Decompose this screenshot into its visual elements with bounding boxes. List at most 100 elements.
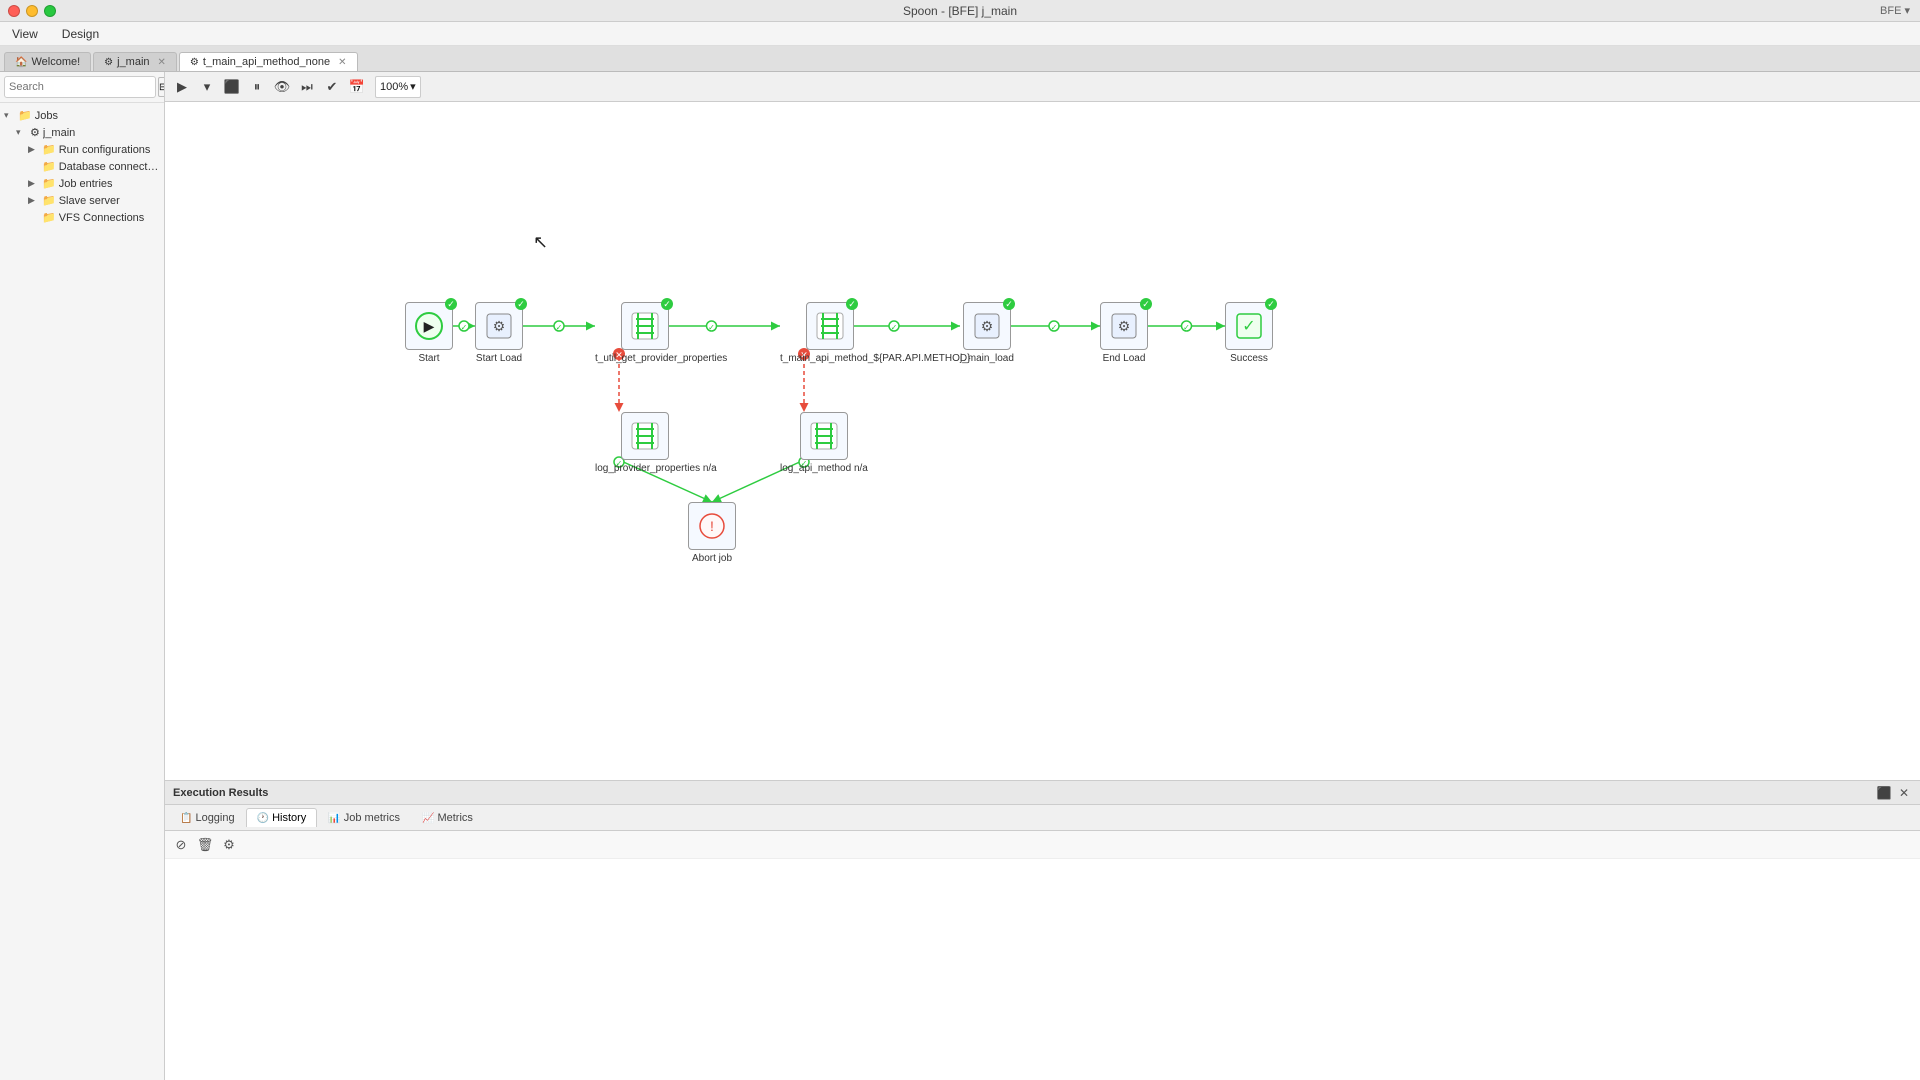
- node-box: ⚙✓: [475, 302, 523, 350]
- tab-label: t_main_api_method_none: [203, 56, 330, 68]
- svg-text:✓: ✓: [891, 323, 898, 332]
- close-button[interactable]: [8, 5, 20, 17]
- node-t_main_api[interactable]: ✓ t_main_api_method_${PAR.API.METHOD}: [780, 302, 880, 364]
- menu-design[interactable]: Design: [58, 25, 103, 43]
- node-abort[interactable]: !Abort job: [688, 502, 736, 564]
- node-log_api[interactable]: log_api_method n/a: [780, 412, 868, 474]
- exec-tab-label: Logging: [195, 812, 234, 824]
- node-label: log_api_method n/a: [780, 463, 868, 474]
- stop-button[interactable]: ⬛: [221, 76, 243, 98]
- node-label: End Load: [1103, 353, 1146, 364]
- svg-text:✓: ✓: [708, 323, 715, 332]
- exec-tab-metrics[interactable]: 📈Metrics: [411, 808, 484, 827]
- exec-tab-history[interactable]: 🕐History: [246, 808, 318, 827]
- node-label: Start Load: [476, 353, 522, 364]
- titlebar: Spoon - [BFE] j_main BFE ▾: [0, 0, 1920, 22]
- tree-node-icon: 📁: [42, 160, 56, 173]
- node-badge-green: ✓: [515, 298, 527, 310]
- tree-node-icon: 📁: [42, 177, 56, 190]
- tree-node-icon: 📁: [42, 194, 56, 207]
- tab-icon: ⚙: [190, 57, 199, 68]
- tab-label: Welcome!: [31, 56, 80, 68]
- sidebar-collapse-button[interactable]: ⊟: [158, 77, 165, 97]
- bfe-label[interactable]: BFE ▾: [1880, 4, 1910, 17]
- pause-button[interactable]: ⏸: [246, 76, 268, 98]
- execution-results-header: Execution Results ⬛ ✕: [165, 781, 1920, 805]
- tree-node-label: VFS Connections: [59, 212, 160, 224]
- tab-close[interactable]: ✕: [338, 57, 346, 68]
- exec-tab-logging[interactable]: 📋Logging: [169, 808, 246, 827]
- exec-tab-icon: 📈: [422, 813, 434, 824]
- node-j_main_load[interactable]: ⚙✓j_main_load: [960, 302, 1014, 364]
- step-button[interactable]: ⏭: [296, 76, 318, 98]
- tree-expander: ▶: [28, 195, 42, 206]
- search-input[interactable]: [4, 76, 156, 98]
- expand-panel-button[interactable]: ⬛: [1876, 785, 1892, 801]
- node-start_load[interactable]: ⚙✓ Start Load: [475, 302, 523, 364]
- maximize-button[interactable]: [44, 5, 56, 17]
- node-badge-green: ✓: [1003, 298, 1015, 310]
- sidebar-tree: ▾📁Jobs▾⚙j_main▶📁Run configurations📁Datab…: [0, 103, 164, 1080]
- canvas[interactable]: ✓✓✓✓✓✓✕✕✓✓ ▶✓Start⚙✓Start Load✓t_util_ge…: [165, 102, 1920, 780]
- svg-text:⚙: ⚙: [493, 318, 506, 334]
- menubar: View Design: [0, 22, 1920, 46]
- schedule-button[interactable]: 📅: [346, 76, 368, 98]
- node-box: ✓: [806, 302, 854, 350]
- tab-welcome[interactable]: 🏠 Welcome!: [4, 52, 91, 71]
- exec-tab-icon: 📊: [328, 813, 340, 824]
- window-controls: [8, 5, 56, 17]
- tab-icon: 🏠: [15, 57, 27, 68]
- tree-node-slave-server[interactable]: ▶📁Slave server: [0, 192, 164, 209]
- run-button[interactable]: ▶: [171, 76, 193, 98]
- exec-tab-icon: 🕐: [257, 813, 269, 824]
- node-badge-green: ✓: [661, 298, 673, 310]
- check-button[interactable]: ✔: [321, 76, 343, 98]
- node-badge-green: ✓: [1140, 298, 1152, 310]
- tree-node-label: Job entries: [59, 178, 160, 190]
- tree-node-run-configurations[interactable]: ▶📁Run configurations: [0, 141, 164, 158]
- tree-node-job-entries[interactable]: ▶📁Job entries: [0, 175, 164, 192]
- execution-results-title: Execution Results: [173, 787, 268, 799]
- exec-settings-button[interactable]: ⚙: [219, 835, 239, 855]
- close-panel-button[interactable]: ✕: [1896, 785, 1912, 801]
- tree-node-label: j_main: [43, 127, 160, 139]
- tree-node-database-connectio...[interactable]: 📁Database connectio...: [0, 158, 164, 175]
- node-box: ⚙✓: [963, 302, 1011, 350]
- node-badge-green: ✓: [1265, 298, 1277, 310]
- menu-view[interactable]: View: [8, 25, 42, 43]
- tab-j_main[interactable]: ⚙j_main✕: [93, 52, 177, 71]
- svg-text:⚙: ⚙: [1118, 318, 1131, 334]
- minimize-button[interactable]: [26, 5, 38, 17]
- tree-node-j_main[interactable]: ▾⚙j_main: [0, 124, 164, 141]
- tree-node-icon: 📁: [42, 143, 56, 156]
- tree-node-label: Slave server: [59, 195, 160, 207]
- sidebar-toolbar: ⊟ ⊞: [0, 72, 164, 103]
- node-t_util[interactable]: ✓t_util_get_provider_properties: [595, 302, 695, 364]
- preview-button[interactable]: 👁: [271, 76, 293, 98]
- tab-icon: ⚙: [104, 57, 113, 68]
- tab-close[interactable]: ✕: [158, 57, 166, 68]
- content-area: ⊟ ⊞ ▾📁Jobs▾⚙j_main▶📁Run configurations📁D…: [0, 72, 1920, 1080]
- tree-expander: ▶: [28, 178, 42, 189]
- node-log_provider[interactable]: log_provider_properties n/a: [595, 412, 695, 474]
- zoom-control[interactable]: 100% ▾: [375, 76, 421, 98]
- node-label: Start: [418, 353, 439, 364]
- node-label: t_main_api_method_${PAR.API.METHOD}: [780, 353, 880, 364]
- canvas-wrapper: ✓✓✓✓✓✓✕✕✓✓ ▶✓Start⚙✓Start Load✓t_util_ge…: [165, 102, 1920, 1080]
- tree-node-icon: 📁: [18, 109, 32, 122]
- tree-node-vfs-connections[interactable]: 📁VFS Connections: [0, 209, 164, 226]
- node-start[interactable]: ▶✓Start: [405, 302, 453, 364]
- svg-text:!: !: [710, 518, 714, 534]
- tree-expander: ▾: [16, 127, 30, 138]
- run-dropdown[interactable]: ▾: [196, 76, 218, 98]
- tree-node-jobs[interactable]: ▾📁Jobs: [0, 107, 164, 124]
- exec-stop-button[interactable]: ⊘: [171, 835, 191, 855]
- bottom-panel: Execution Results ⬛ ✕ 📋Logging🕐History📊J…: [165, 780, 1920, 1080]
- tab-t_main_api_method_none[interactable]: ⚙ t_main_api_method_none ✕: [179, 52, 358, 71]
- node-success[interactable]: ✓✓Success: [1225, 302, 1273, 364]
- exec-tab-job_metrics[interactable]: 📊Job metrics: [317, 808, 411, 827]
- node-end_load[interactable]: ⚙✓End Load: [1100, 302, 1148, 364]
- svg-text:✓: ✓: [556, 323, 563, 332]
- exec-delete-button[interactable]: 🗑: [195, 835, 215, 855]
- svg-text:✓: ✓: [1242, 318, 1255, 335]
